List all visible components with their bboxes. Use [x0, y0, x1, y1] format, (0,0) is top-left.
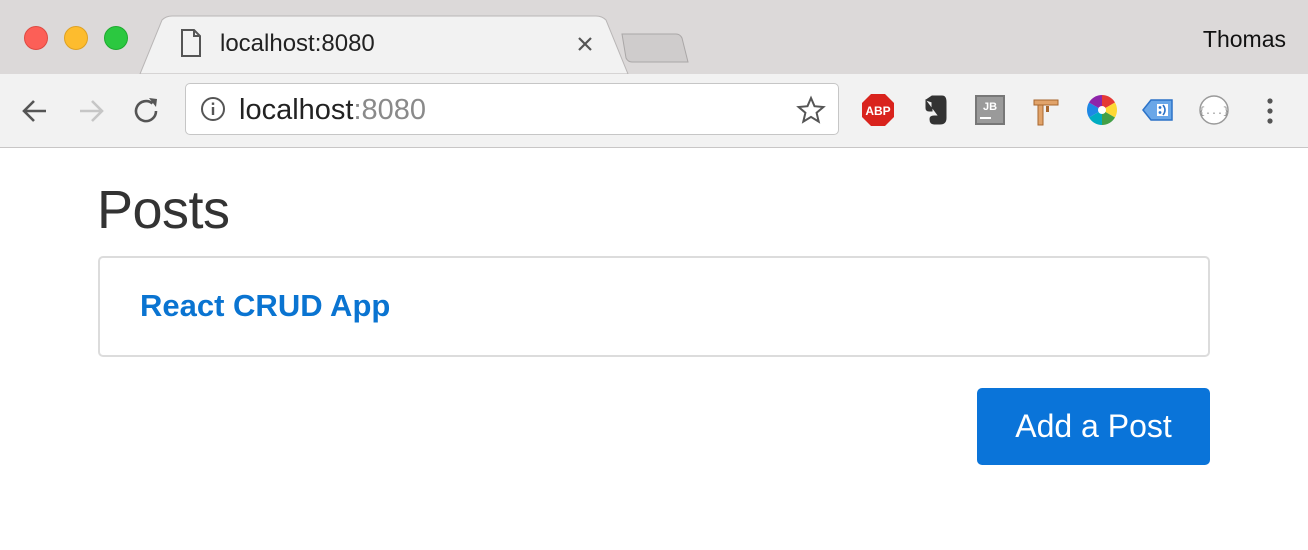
url-port: :8080 [353, 94, 427, 126]
page-content: Posts React CRUD App Add a Post [0, 148, 1308, 550]
page-title: Posts [97, 180, 230, 240]
add-post-button[interactable]: Add a Post [977, 388, 1210, 465]
json-viewer-icon[interactable]: {...} [1196, 92, 1232, 128]
page-icon [181, 29, 201, 57]
profile-name[interactable]: Thomas [1203, 26, 1286, 53]
info-icon[interactable] [200, 96, 226, 122]
color-picker-icon[interactable] [1084, 92, 1120, 128]
post-list: React CRUD App [98, 256, 1210, 357]
tab-localhost[interactable]: localhost:8080 [0, 0, 700, 74]
browser-toolbar: localhost:8080 ABP JB {...} [0, 74, 1308, 148]
new-tab-button[interactable] [618, 32, 690, 66]
construction-icon[interactable] [1028, 92, 1064, 128]
svg-text:JB: JB [983, 101, 997, 113]
post-link[interactable]: React CRUD App [140, 288, 390, 324]
svg-text:{...}: {...} [1199, 106, 1229, 118]
forward-arrow-icon[interactable] [74, 94, 108, 128]
address-bar-url[interactable]: localhost:8080 [239, 95, 426, 125]
jetbrains-icon[interactable]: JB [972, 92, 1008, 128]
reload-icon[interactable] [130, 94, 164, 128]
evernote-icon[interactable] [916, 92, 952, 128]
star-icon[interactable] [796, 95, 826, 125]
tag-icon[interactable] [1140, 92, 1176, 128]
adblock-plus-icon[interactable]: ABP [860, 92, 896, 128]
close-icon[interactable] [574, 33, 596, 55]
more-options-icon[interactable] [1256, 94, 1284, 128]
url-host: localhost [239, 94, 354, 126]
svg-text:ABP: ABP [865, 104, 890, 118]
back-arrow-icon[interactable] [18, 94, 52, 128]
address-bar[interactable]: localhost:8080 [185, 83, 839, 135]
tab-title: localhost:8080 [220, 30, 375, 57]
browser-titlebar: localhost:8080 Thomas [0, 0, 1308, 74]
